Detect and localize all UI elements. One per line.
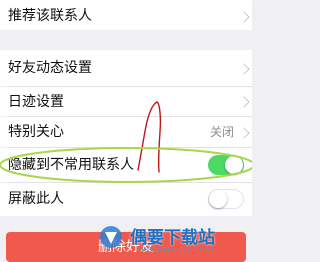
block-contact-label: 屏蔽此人 [8, 191, 64, 207]
toggle-knob [209, 190, 227, 208]
hide-contact-row: 隐藏到不常用联系人 [0, 148, 252, 182]
moments-settings-row[interactable]: 好友动态设置 [0, 50, 252, 86]
watermark-logo-icon [100, 226, 122, 248]
special-care-label: 特别关心 [8, 124, 64, 140]
special-care-row[interactable]: 特别关心 关闭 [0, 117, 252, 147]
chevron-right-icon [238, 63, 250, 75]
recommend-contact-row[interactable]: 推荐该联系人 [0, 0, 252, 30]
diary-settings-label: 日迹设置 [8, 94, 64, 110]
chevron-right-icon [238, 11, 250, 23]
block-contact-row: 屏蔽此人 [0, 183, 252, 216]
hide-contact-label: 隐藏到不常用联系人 [8, 157, 134, 173]
watermark-url: ouyaoxiazai.com [138, 245, 214, 255]
toggle-knob [225, 156, 243, 174]
chevron-right-icon [238, 96, 250, 108]
watermark: 偶要下载站 ouyaoxiazai.com [98, 222, 252, 258]
special-care-value: 关闭 [209, 125, 234, 139]
hide-contact-toggle[interactable] [208, 155, 244, 175]
diary-settings-row[interactable]: 日迹设置 [0, 87, 252, 116]
moments-settings-label: 好友动态设置 [8, 60, 92, 76]
recommend-contact-label: 推荐该联系人 [8, 8, 92, 24]
block-contact-toggle[interactable] [208, 189, 244, 209]
chevron-right-icon [238, 127, 250, 139]
